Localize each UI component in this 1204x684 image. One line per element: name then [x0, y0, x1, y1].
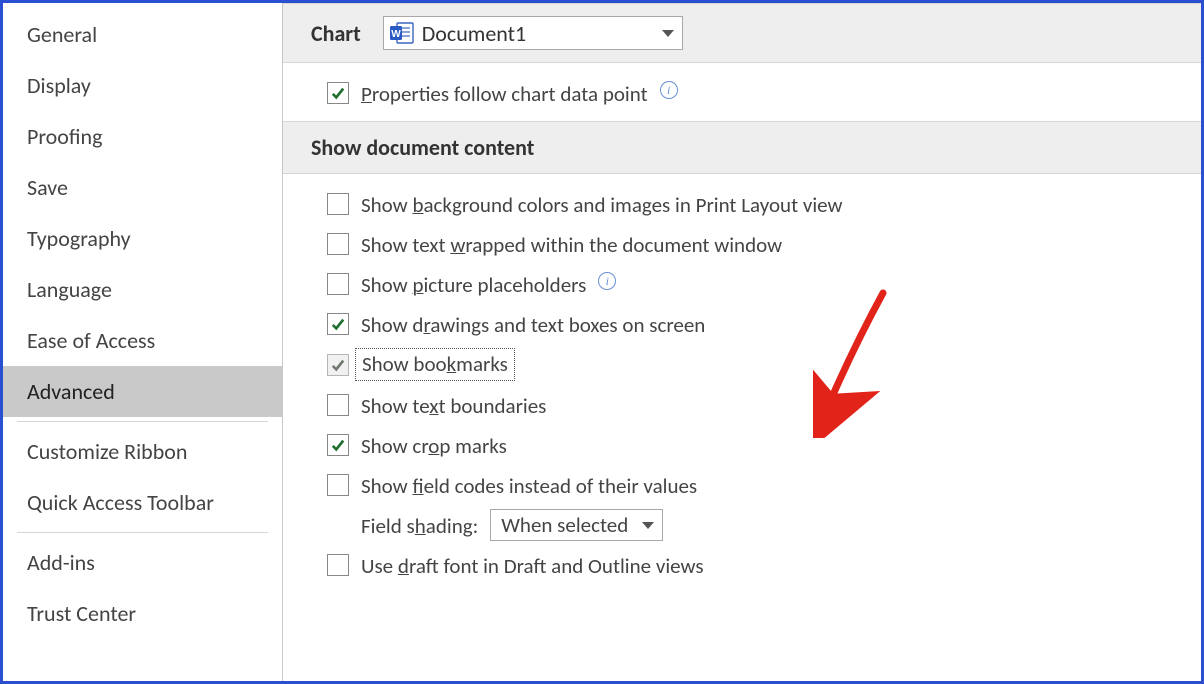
sidebar-separator	[17, 532, 268, 533]
section-title: Show document content	[311, 134, 534, 161]
option-picture-placeholders[interactable]: Show picture placeholders i	[327, 264, 1201, 304]
chart-document-name: Document1	[422, 20, 526, 47]
options-sidebar: General Display Proofing Save Typography…	[3, 3, 283, 681]
sidebar-item-display[interactable]: Display	[3, 60, 282, 111]
sidebar-item-add-ins[interactable]: Add-ins	[3, 537, 282, 588]
sidebar-item-label: Save	[27, 174, 68, 201]
chevron-down-icon	[642, 522, 654, 529]
sidebar-item-advanced[interactable]: Advanced	[3, 366, 282, 417]
word-document-icon: W	[390, 22, 414, 44]
option-label: Show crop marks	[361, 431, 507, 459]
sidebar-item-label: Language	[27, 276, 112, 303]
checkbox[interactable]	[327, 273, 349, 295]
option-background-colors[interactable]: Show background colors and images in Pri…	[327, 184, 1201, 224]
section-title: Chart	[311, 20, 361, 47]
option-field-shading: Field shading: When selected	[327, 505, 1201, 545]
checkbox[interactable]	[327, 82, 349, 104]
sidebar-item-label: Ease of Access	[27, 327, 155, 354]
checkbox[interactable]	[327, 233, 349, 255]
option-crop-marks[interactable]: Show crop marks	[327, 425, 1201, 465]
chart-document-select[interactable]: W Document1	[383, 16, 683, 50]
section-header-document-content: Show document content	[283, 121, 1201, 174]
checkbox[interactable]	[327, 434, 349, 456]
info-icon[interactable]: i	[598, 272, 616, 290]
sidebar-separator	[17, 421, 268, 422]
sidebar-item-typography[interactable]: Typography	[3, 213, 282, 264]
sidebar-item-label: Quick Access Toolbar	[27, 489, 214, 516]
option-label: Properties follow chart data point	[361, 79, 648, 107]
sidebar-item-label: Advanced	[27, 378, 115, 405]
option-label: Show bookmarks	[355, 348, 515, 381]
field-shading-select[interactable]: When selected	[490, 509, 663, 541]
options-main-panel: Chart W Document1	[283, 3, 1201, 681]
option-text-wrapped[interactable]: Show text wrapped within the document wi…	[327, 224, 1201, 264]
option-text-boundaries[interactable]: Show text boundaries	[327, 385, 1201, 425]
option-show-bookmarks[interactable]: Show bookmarks	[327, 344, 1201, 385]
sidebar-item-trust-center[interactable]: Trust Center	[3, 588, 282, 639]
option-label: Show text wrapped within the document wi…	[361, 230, 782, 258]
sidebar-item-label: Typography	[27, 225, 131, 252]
field-shading-value: When selected	[501, 512, 628, 538]
option-field-codes[interactable]: Show field codes instead of their values	[327, 465, 1201, 505]
field-shading-label: Field shading:	[361, 511, 478, 539]
option-label: Show drawings and text boxes on screen	[361, 310, 705, 338]
sidebar-item-label: Proofing	[27, 123, 102, 150]
option-label: Show text boundaries	[361, 391, 546, 419]
option-label: Show background colors and images in Pri…	[361, 190, 843, 218]
sidebar-item-general[interactable]: General	[3, 9, 282, 60]
chevron-down-icon	[662, 30, 674, 37]
checkbox[interactable]	[327, 354, 349, 376]
info-icon[interactable]: i	[660, 81, 678, 99]
option-label: Show field codes instead of their values	[361, 471, 697, 499]
sidebar-item-proofing[interactable]: Proofing	[3, 111, 282, 162]
checkbox[interactable]	[327, 313, 349, 335]
checkbox[interactable]	[327, 394, 349, 416]
checkbox[interactable]	[327, 193, 349, 215]
option-label: Show picture placeholders	[361, 270, 586, 298]
option-draft-font[interactable]: Use draft font in Draft and Outline view…	[327, 545, 1201, 585]
section-header-chart: Chart W Document1	[283, 3, 1201, 63]
option-chart-properties-follow[interactable]: Properties follow chart data point i	[327, 73, 1201, 113]
sidebar-item-label: Add-ins	[27, 549, 95, 576]
sidebar-item-save[interactable]: Save	[3, 162, 282, 213]
checkbox[interactable]	[327, 554, 349, 576]
sidebar-item-label: Customize Ribbon	[27, 438, 187, 465]
option-drawings-text-boxes[interactable]: Show drawings and text boxes on screen	[327, 304, 1201, 344]
sidebar-item-quick-access-toolbar[interactable]: Quick Access Toolbar	[3, 477, 282, 528]
sidebar-item-customize-ribbon[interactable]: Customize Ribbon	[3, 426, 282, 477]
sidebar-item-label: Trust Center	[27, 600, 136, 627]
sidebar-item-ease-of-access[interactable]: Ease of Access	[3, 315, 282, 366]
sidebar-item-label: Display	[27, 72, 91, 99]
svg-text:W: W	[391, 29, 401, 40]
options-dialog: General Display Proofing Save Typography…	[0, 0, 1204, 684]
sidebar-item-label: General	[27, 21, 97, 48]
sidebar-item-language[interactable]: Language	[3, 264, 282, 315]
option-label: Use draft font in Draft and Outline view…	[361, 551, 704, 579]
checkbox[interactable]	[327, 474, 349, 496]
